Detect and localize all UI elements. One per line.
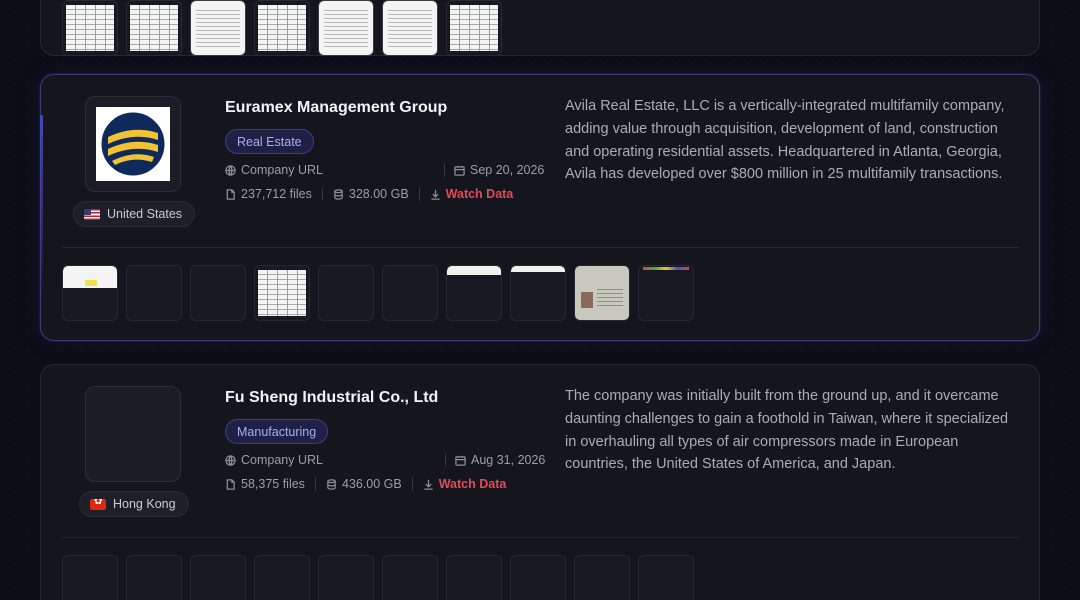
file-thumbnail[interactable] [446,265,502,321]
company-description: The company was initially built from the… [565,388,1009,473]
file-thumbnail[interactable] [382,555,438,600]
stats-row: 237,712 files 328.00 GB Watch Data [225,187,513,201]
file-thumbnail[interactable] [254,555,310,600]
file-thumbnail[interactable] [318,555,374,600]
company-name[interactable]: Euramex Management Group [225,99,447,117]
company-logo-image [96,107,170,181]
file-thumbnail[interactable] [254,265,310,321]
file-thumbnail[interactable] [190,265,246,321]
file-icon [226,478,235,490]
company-card[interactable]: United States Euramex Management Group R… [40,74,1040,341]
watch-data-link[interactable]: Watch Data [423,477,506,491]
file-thumbnail[interactable] [190,0,246,56]
file-thumbnail[interactable] [446,0,502,56]
file-thumbnail[interactable] [510,265,566,321]
file-thumbnail[interactable] [126,555,182,600]
date-label: Sep 20, 2026 [470,163,545,177]
category-tag[interactable]: Manufacturing [225,419,329,444]
company-logo [85,96,181,192]
category-tag[interactable]: Real Estate [225,129,314,154]
date-cell: Aug 31, 2026 [445,453,545,467]
section-divider [62,537,1019,538]
country-badge: United States [73,201,196,227]
calendar-icon [454,165,465,176]
file-thumbnail[interactable] [510,555,566,600]
date-cell: Sep 20, 2026 [444,163,544,177]
company-card[interactable]: Hong Kong Fu Sheng Industrial Co., Ltd M… [40,364,1040,600]
country-label: United States [107,207,183,221]
file-thumbnail[interactable] [62,555,118,600]
globe-icon [225,454,236,466]
company-logo [85,386,181,482]
file-thumbnail[interactable] [382,265,438,321]
file-thumbnail[interactable] [446,555,502,600]
us-flag-icon [84,208,100,220]
section-divider [62,247,1019,248]
company-url-row: Company URL [225,163,323,177]
divider [444,163,445,177]
file-thumbnail[interactable] [126,0,182,56]
download-icon [431,189,440,200]
divider [445,453,446,467]
file-thumbnail[interactable] [254,0,310,56]
divider [418,187,420,201]
data-size: 436.00 GB [341,477,402,491]
file-preview-list [62,555,694,600]
file-thumbnail[interactable] [318,265,374,321]
file-icon [226,188,235,200]
globe-icon [225,164,236,176]
file-thumbnail[interactable] [318,0,374,56]
country-label: Hong Kong [113,497,176,511]
date-label: Aug 31, 2026 [471,453,546,467]
calendar-icon [455,455,466,466]
hk-flag-icon [90,498,106,510]
stats-row: 58,375 files 436.00 GB Watch Data [225,477,506,491]
file-preview-list [62,265,694,321]
company-description: Avila Real Estate, LLC is a vertically-i… [565,98,1005,183]
company-name[interactable]: Fu Sheng Industrial Co., Ltd [225,389,438,407]
file-thumbnail[interactable] [62,265,118,321]
file-thumbnail[interactable] [190,555,246,600]
file-thumbnail[interactable] [382,0,438,56]
file-preview-list [62,0,502,56]
database-icon [334,188,343,200]
data-size: 328.00 GB [348,187,409,201]
download-icon [424,479,433,490]
divider [411,477,413,491]
file-count: 58,375 files [241,477,305,491]
file-thumbnail[interactable] [574,555,630,600]
file-thumbnail[interactable] [126,265,182,321]
watch-data-link[interactable]: Watch Data [430,187,513,201]
divider [321,187,323,201]
database-icon [327,478,336,490]
file-count: 237,712 files [241,187,312,201]
company-card-previous[interactable] [40,0,1040,56]
file-thumbnail[interactable] [62,0,118,56]
country-badge: Hong Kong [79,491,189,517]
divider [314,477,316,491]
file-thumbnail[interactable] [638,265,694,321]
company-url-link[interactable]: Company URL [225,163,323,177]
file-thumbnail[interactable] [638,555,694,600]
company-url-row: Company URL [225,453,323,467]
file-thumbnail[interactable] [574,265,630,321]
company-url-link[interactable]: Company URL [225,453,323,467]
